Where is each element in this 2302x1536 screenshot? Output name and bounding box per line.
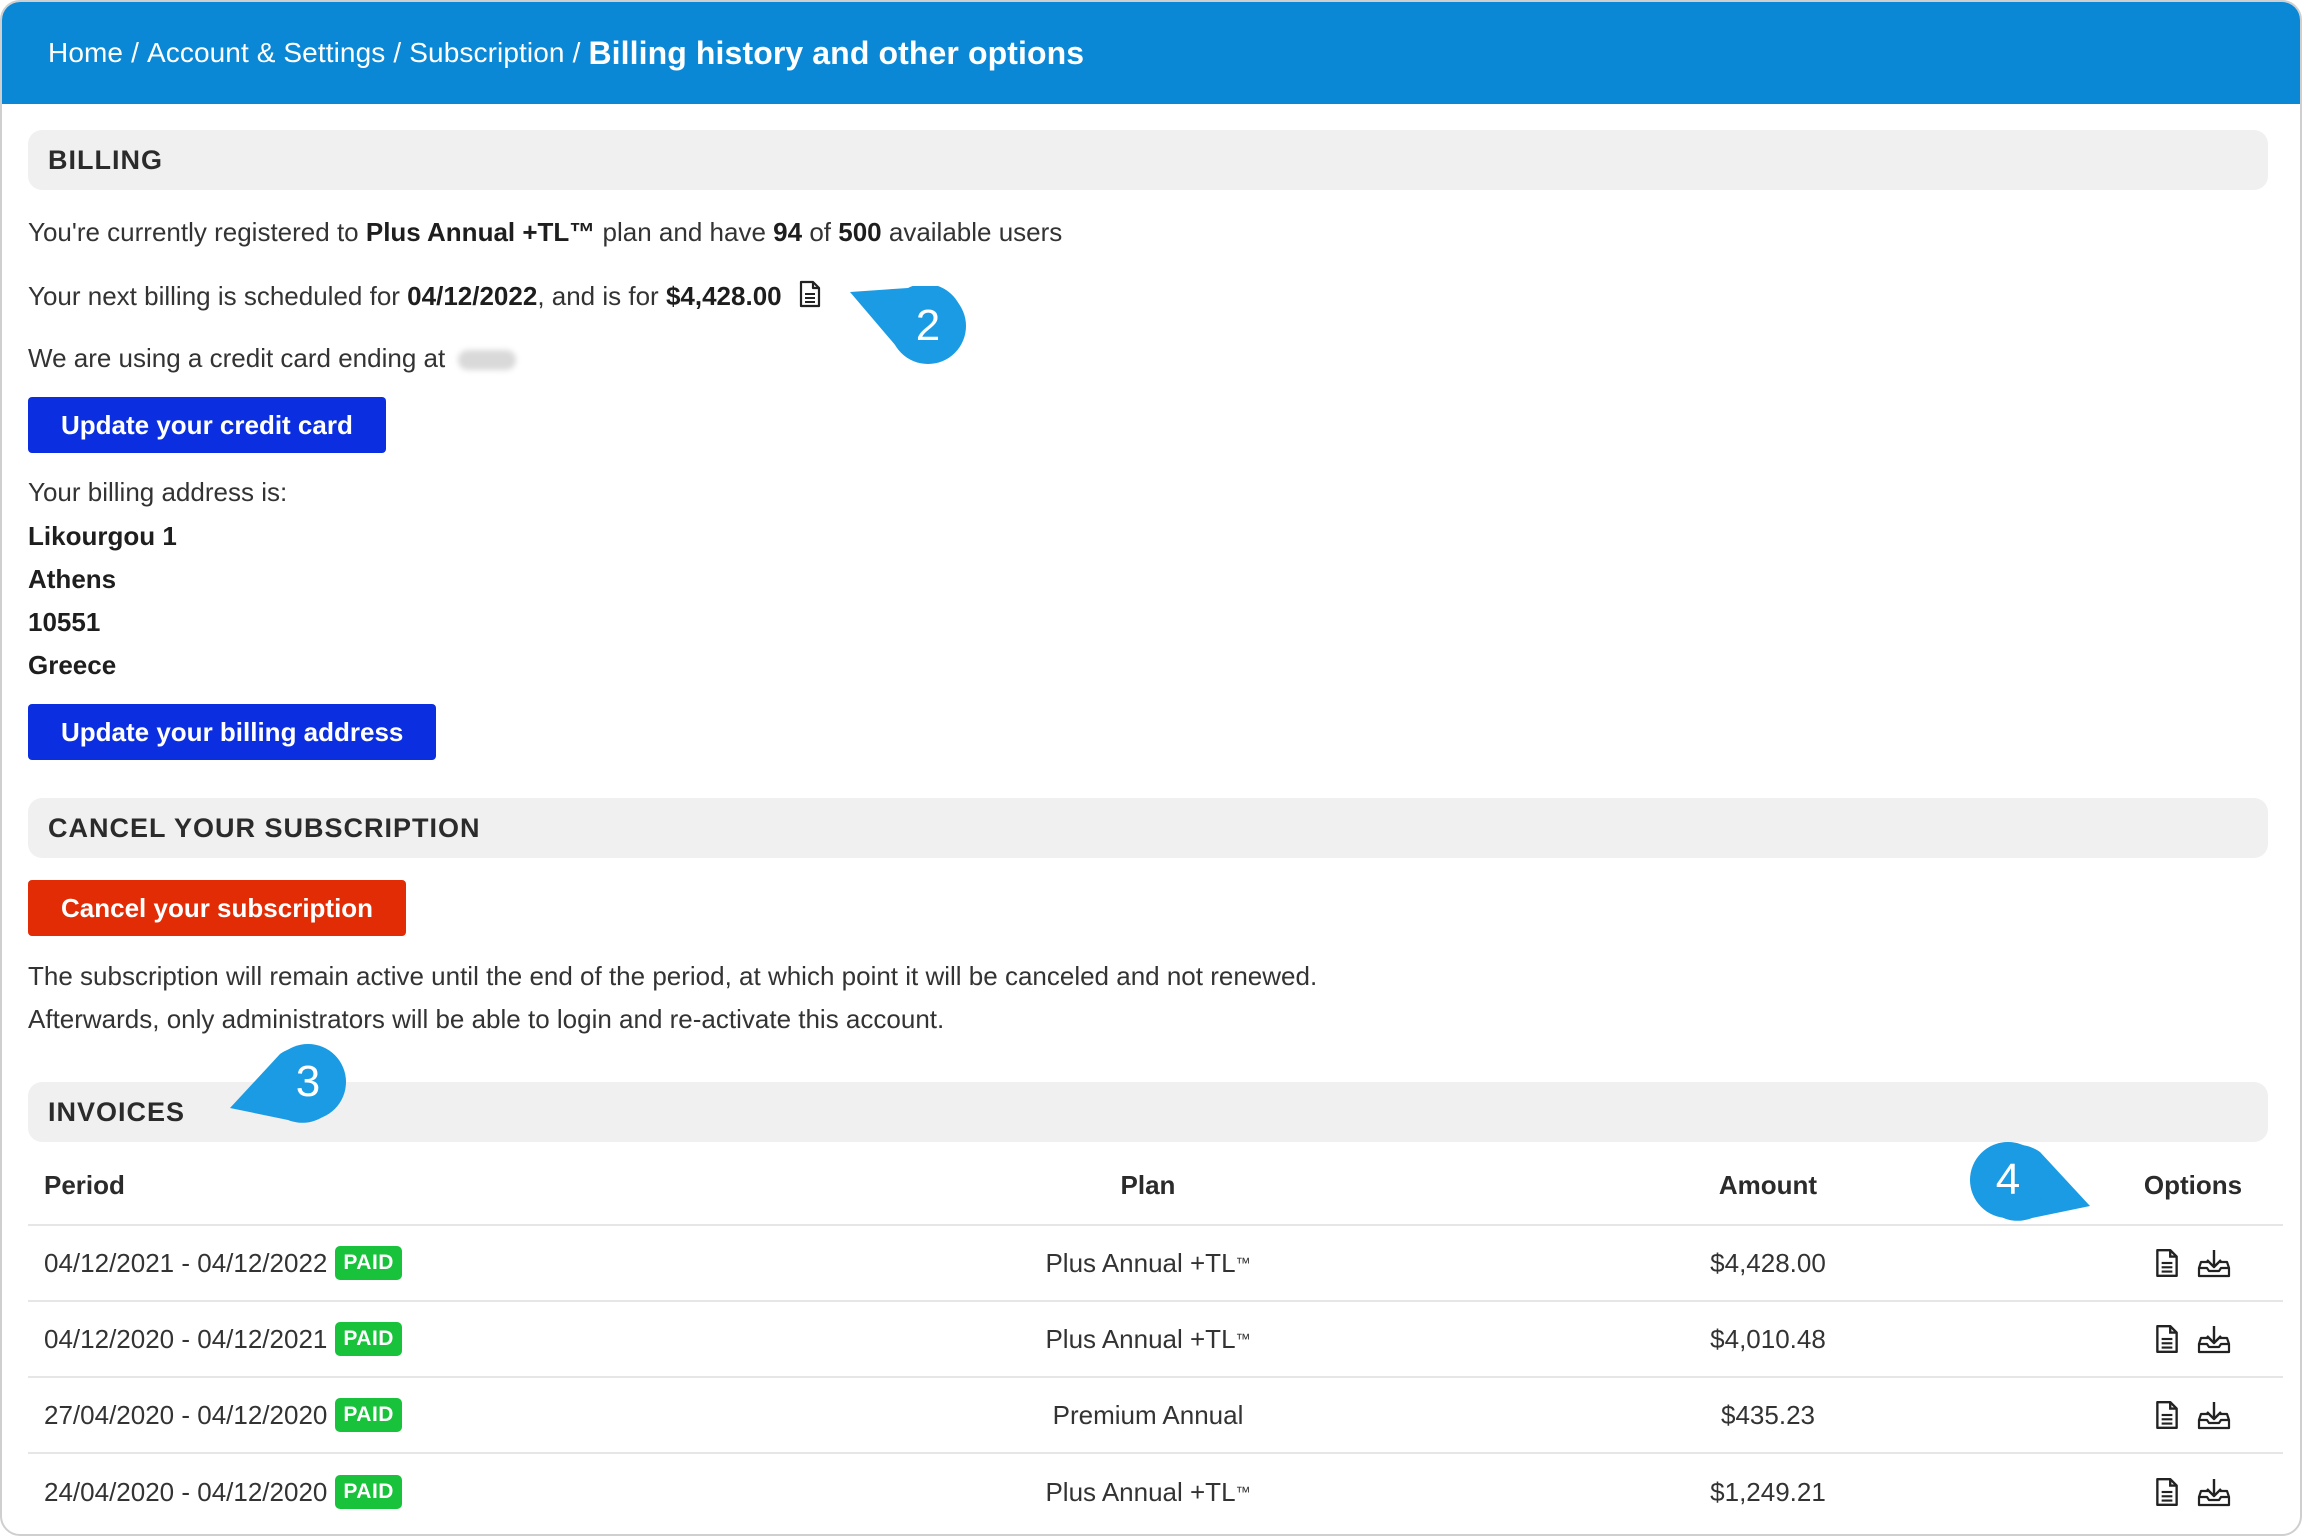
address-line-city: Athens <box>28 564 117 594</box>
breadcrumb-separator: / <box>572 37 581 68</box>
breadcrumb-home-link[interactable]: Home <box>48 37 123 69</box>
trademark-mark: ™ <box>1235 1330 1251 1348</box>
users-suffix-text: available users <box>888 217 1063 247</box>
invoice-period: 04/12/2021 - 04/12/2022 PAID <box>44 1226 402 1300</box>
invoice-period-text: 04/12/2020 - 04/12/2021 <box>44 1323 328 1354</box>
document-icon[interactable] <box>2155 1400 2179 1430</box>
page-title: Billing history and other options <box>588 34 1085 71</box>
next-billing-mid: , and is for <box>537 281 659 311</box>
invoice-options <box>2108 1302 2278 1376</box>
invoice-plan-text: Premium Annual <box>1052 1399 1244 1430</box>
invoice-amount: $1,249.21 <box>1710 1476 1826 1507</box>
invoice-amount: $435.23 <box>1721 1399 1815 1430</box>
address-line-street: Likourgou 1 <box>28 521 177 551</box>
column-header-amount: Amount <box>1718 1169 1818 1200</box>
callout-number: 2 <box>915 301 941 350</box>
status-badge: PAID <box>335 1246 402 1280</box>
invoice-options <box>2108 1454 2278 1530</box>
invoice-plan: Premium Annual <box>848 1378 1448 1452</box>
invoice-period-text: 27/04/2020 - 04/12/2020 <box>44 1399 328 1430</box>
invoice-options <box>2108 1226 2278 1300</box>
cancel-note-line1: The subscription will remain active unti… <box>28 961 1318 991</box>
download-icon[interactable] <box>2197 1248 2231 1278</box>
status-badge: PAID <box>335 1398 402 1432</box>
table-row: 04/12/2021 - 04/12/2022 PAID Plus Annual … <box>28 1226 2283 1302</box>
billing-address-label: Your billing address is: <box>28 477 288 507</box>
cancel-note-line2: Afterwards, only administrators will be … <box>28 1004 945 1034</box>
column-header-period: Period <box>44 1169 125 1200</box>
document-icon[interactable] <box>799 280 821 315</box>
invoice-plan-text: Plus Annual +TL <box>1045 1247 1236 1278</box>
breadcrumb-subscription-link[interactable]: Subscription <box>409 37 564 69</box>
document-icon[interactable] <box>2155 1248 2179 1278</box>
invoices-section-header: INVOICES <box>28 1082 2268 1142</box>
invoice-period: 27/04/2020 - 04/12/2020 PAID <box>44 1378 402 1452</box>
invoice-amount: $4,428.00 <box>1710 1247 1826 1278</box>
credit-card-text: We are using a credit card ending at <box>28 343 446 373</box>
table-row: 24/04/2020 - 04/12/2020 PAID Plus Annual … <box>28 1454 2283 1530</box>
trademark-mark: ™ <box>1235 1254 1251 1272</box>
billing-section-header: BILLING <box>28 130 2268 190</box>
plan-prefix-text: You're currently registered to <box>28 217 359 247</box>
next-billing: Your next billing is scheduled for 04/12… <box>28 280 821 315</box>
next-billing-date: 04/12/2022 <box>407 281 538 311</box>
plan-mid-text: plan and have <box>602 217 766 247</box>
plan-name: Plus Annual +TL™ <box>365 217 596 247</box>
address-line-postcode: 10551 <box>28 607 101 637</box>
breadcrumb-separator: / <box>131 37 139 68</box>
invoice-period-text: 04/12/2021 - 04/12/2022 <box>44 1247 328 1278</box>
download-icon[interactable] <box>2197 1324 2231 1354</box>
plan-summary: You're currently registered to Plus Annu… <box>28 216 1062 248</box>
invoice-plan: Plus Annual +TL ™ <box>848 1226 1448 1300</box>
users-of-text: of <box>809 217 831 247</box>
callout-number: 3 <box>295 1057 321 1106</box>
invoice-plan-text: Plus Annual +TL <box>1045 1476 1236 1507</box>
callout-2: 2 <box>848 286 968 368</box>
trademark-mark: ™ <box>1235 1483 1251 1501</box>
document-icon[interactable] <box>2155 1477 2179 1507</box>
cancel-subscription-button[interactable]: Cancel your subscription <box>28 880 407 936</box>
column-header-plan: Plan <box>1120 1169 1176 1200</box>
invoice-plan: Plus Annual +TL ™ <box>848 1302 1448 1376</box>
invoice-period: 04/12/2020 - 04/12/2021 PAID <box>44 1302 402 1376</box>
invoice-plan: Plus Annual +TL ™ <box>848 1454 1448 1530</box>
callout-3: 3 <box>228 1042 348 1124</box>
table-row: 04/12/2020 - 04/12/2021 PAID Plus Annual … <box>28 1302 2283 1378</box>
invoice-period-text: 24/04/2020 - 04/12/2020 <box>44 1476 328 1507</box>
users-used: 94 <box>773 217 803 247</box>
download-icon[interactable] <box>2197 1477 2231 1507</box>
credit-card-info: We are using a credit card ending at <box>28 342 517 374</box>
invoice-plan-text: Plus Annual +TL <box>1045 1323 1236 1354</box>
next-billing-amount: $4,428.00 <box>665 281 782 311</box>
breadcrumb: Home / Account & Settings / Subscription… <box>2 2 2300 104</box>
callout-4: 4 <box>1968 1140 2092 1222</box>
users-total: 500 <box>838 217 882 247</box>
next-billing-prefix: Your next billing is scheduled for <box>28 281 400 311</box>
update-billing-address-button[interactable]: Update your billing address <box>28 704 437 760</box>
invoice-period: 24/04/2020 - 04/12/2020 PAID <box>44 1454 402 1530</box>
document-icon[interactable] <box>2155 1324 2179 1354</box>
masked-card-digits <box>458 350 517 371</box>
column-header-options: Options <box>2143 1169 2243 1200</box>
callout-number: 4 <box>1995 1155 2021 1204</box>
invoice-amount: $4,010.48 <box>1710 1323 1826 1354</box>
breadcrumb-account-settings-link[interactable]: Account & Settings <box>147 37 385 69</box>
status-badge: PAID <box>335 1322 402 1356</box>
invoice-options <box>2108 1378 2278 1452</box>
table-row: 27/04/2020 - 04/12/2020 PAID Premium Annu… <box>28 1378 2283 1454</box>
cancel-section-header: CANCEL YOUR SUBSCRIPTION <box>28 798 2268 858</box>
breadcrumb-separator: / <box>393 37 402 68</box>
download-icon[interactable] <box>2197 1400 2231 1430</box>
status-badge: PAID <box>335 1475 402 1509</box>
billing-page: Home / Account & Settings / Subscription… <box>0 0 2302 1536</box>
invoices-table-header: Period Plan Amount Options <box>28 1146 2283 1226</box>
update-credit-card-button[interactable]: Update your credit card <box>28 397 386 453</box>
address-line-country: Greece <box>28 650 117 680</box>
